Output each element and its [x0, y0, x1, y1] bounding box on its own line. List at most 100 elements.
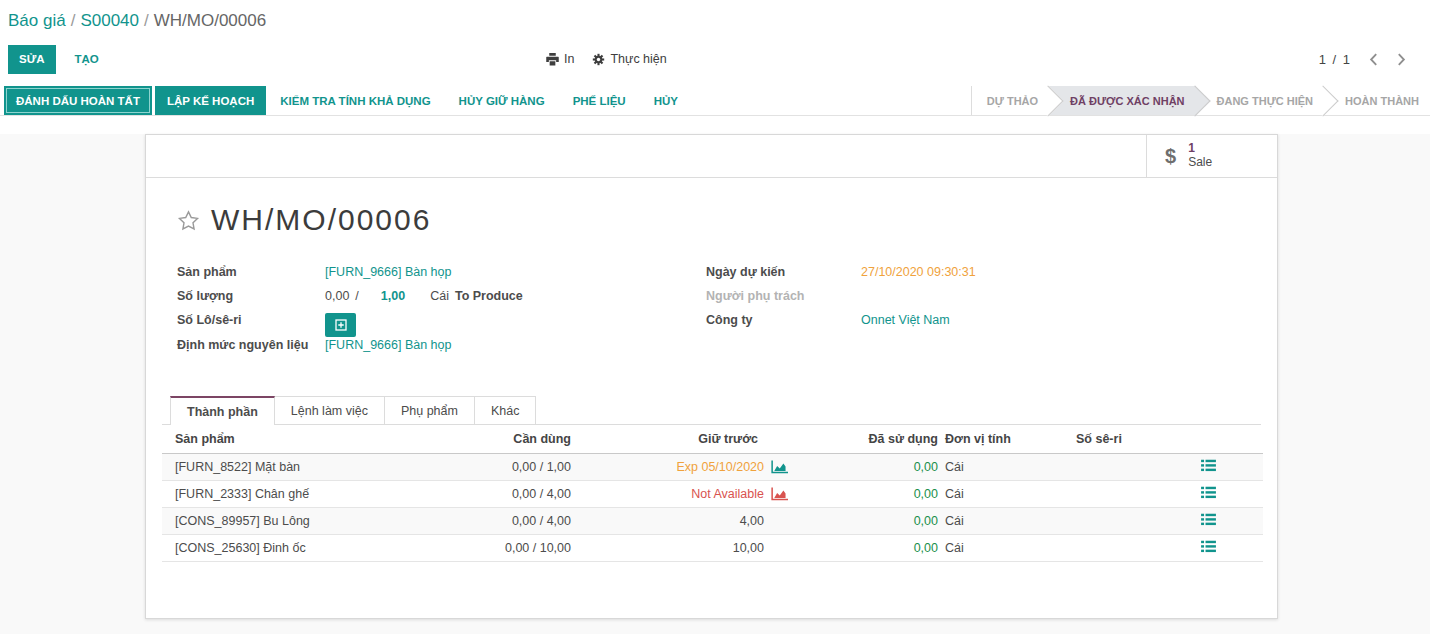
breadcrumb-separator: /: [66, 11, 81, 30]
cell-used: 0,00: [788, 535, 938, 562]
area-chart-icon[interactable]: [771, 460, 788, 474]
field-label: Ngày dự kiến: [706, 264, 861, 279]
pager-value: 1 / 1: [1319, 52, 1350, 67]
chevron-right-icon[interactable]: [1397, 53, 1406, 66]
sale-stat-button[interactable]: $ 1 Sale: [1146, 135, 1277, 177]
button-box: $ 1 Sale: [146, 135, 1277, 178]
cell-reserved: 4,00: [740, 514, 764, 528]
mark-done-button[interactable]: ĐÁNH DẤU HOÀN TẤT: [4, 86, 152, 115]
cell-uom: Cái: [938, 535, 1076, 562]
field-bom: Định mức nguyên liệu [FURN_9666] Bàn họp: [177, 337, 691, 361]
cell-serial: [1076, 535, 1153, 562]
form-sheet: $ 1 Sale WH/MO/00006 Sản phẩm [FURN_9666…: [145, 134, 1278, 619]
create-button[interactable]: TẠO: [64, 45, 110, 74]
pager: 1 / 1: [1319, 52, 1406, 67]
stat-label: Sale: [1188, 156, 1212, 170]
list-icon[interactable]: [1201, 513, 1216, 526]
content-area: $ 1 Sale WH/MO/00006 Sản phẩm [FURN_9666…: [0, 134, 1430, 634]
quantity-state: To Produce: [455, 289, 523, 303]
tab-components[interactable]: Thành phần: [170, 396, 275, 425]
star-icon[interactable]: [177, 209, 200, 232]
table-row[interactable]: [CONS_89957] Bu Lông 0,00 / 4,00 4,00 0,…: [162, 508, 1263, 535]
company-link[interactable]: Onnet Việt Nam: [861, 312, 950, 327]
table-row[interactable]: [CONS_25630] Đinh ốc 0,00 / 10,00 10,00 …: [162, 535, 1263, 562]
edit-button[interactable]: SỬA: [8, 45, 56, 74]
cell-product: [CONS_25630] Đinh ốc: [162, 535, 412, 562]
quantity-to-produce: 1,00: [381, 289, 405, 303]
control-bar: SỬA TẠO In Thực hiện 1 / 1: [0, 40, 1430, 78]
field-lot: Số Lô/sê-ri: [177, 312, 691, 337]
list-icon[interactable]: [1201, 486, 1216, 499]
field-company: Công ty Onnet Việt Nam: [706, 312, 1261, 336]
plan-button[interactable]: LẬP KẾ HOẠCH: [155, 86, 266, 115]
field-product: Sản phẩm [FURN_9666] Bàn họp: [177, 264, 691, 288]
status-step-draft[interactable]: DỰ THẢO: [971, 86, 1049, 115]
header-serial[interactable]: Số sê-ri: [1076, 425, 1153, 454]
field-label: Định mức nguyên liệu: [177, 337, 325, 352]
list-icon[interactable]: [1201, 540, 1216, 553]
cell-product: [FURN_8522] Mặt bàn: [162, 454, 412, 481]
list-icon[interactable]: [1201, 459, 1216, 472]
field-label: Người phụ trách: [706, 288, 861, 303]
breadcrumb-link-order[interactable]: S00040: [80, 11, 139, 30]
field-label: Số lượng: [177, 288, 325, 303]
sheet-body: WH/MO/00006 Sản phẩm [FURN_9666] Bàn họp…: [146, 203, 1277, 562]
field-responsible: Người phụ trách: [706, 288, 1261, 312]
product-link[interactable]: [FURN_9666] Bàn họp: [325, 264, 451, 279]
cell-serial: [1076, 508, 1153, 535]
header-buttons: [1153, 425, 1263, 454]
tab-byproducts[interactable]: Phụ phẩm: [384, 396, 475, 424]
quantity-done: 0,00: [325, 289, 349, 303]
print-menu[interactable]: In: [546, 52, 574, 66]
header-used[interactable]: Đã sử dụng: [788, 425, 938, 454]
table-header-row: Sản phẩm Cần dùng Giữ trước Đã sử dụng Đ…: [162, 425, 1263, 454]
field-label: Công ty: [706, 312, 861, 327]
tab-work-orders[interactable]: Lệnh làm việc: [274, 396, 385, 424]
status-step-progress[interactable]: ĐANG THỰC HIỆN: [1196, 86, 1325, 115]
header-reserved[interactable]: Giữ trước: [571, 425, 788, 454]
cell-uom: Cái: [938, 481, 1076, 508]
bom-link[interactable]: [FURN_9666] Bàn họp: [325, 337, 451, 352]
action-menu[interactable]: Thực hiện: [592, 52, 666, 66]
cell-needed: 0,00 / 1,00: [412, 454, 571, 481]
status-step-confirmed[interactable]: ĐÃ ĐƯỢC XÁC NHẬN: [1049, 86, 1195, 115]
status-row: ĐÁNH DẤU HOÀN TẤT LẬP KẾ HOẠCH KIỂM TRA …: [0, 86, 1430, 116]
unreserve-button[interactable]: HỦY GIỮ HÀNG: [445, 86, 559, 115]
breadcrumb-link-quotation[interactable]: Báo giá: [8, 11, 66, 30]
cell-used: 0,00: [788, 508, 938, 535]
cell-uom: Cái: [938, 454, 1076, 481]
gear-icon: [592, 53, 605, 66]
quantity-separator: /: [355, 289, 358, 303]
field-label: Sản phẩm: [177, 264, 325, 279]
cell-needed: 0,00 / 4,00: [412, 481, 571, 508]
add-lot-button[interactable]: [325, 313, 356, 337]
cell-uom: Cái: [938, 508, 1076, 535]
plus-square-icon: [335, 319, 347, 331]
scrap-button[interactable]: PHẾ LIỆU: [559, 86, 640, 115]
field-quantity: Số lượng 0,00 / 1,00 Cái To Produce: [177, 288, 691, 312]
cancel-button[interactable]: HỦY: [640, 86, 692, 115]
components-table: Sản phẩm Cần dùng Giữ trước Đã sử dụng Đ…: [162, 425, 1263, 562]
field-label: Số Lô/sê-ri: [177, 312, 325, 327]
table-row[interactable]: [FURN_2333] Chân ghế 0,00 / 4,00 Not Ava…: [162, 481, 1263, 508]
cell-serial: [1076, 454, 1153, 481]
notebook-tabs: Thành phần Lệnh làm việc Phụ phẩm Khác: [162, 396, 1261, 425]
table-row[interactable]: [FURN_8522] Mặt bàn 0,00 / 1,00 Exp 05/1…: [162, 454, 1263, 481]
tab-misc[interactable]: Khác: [474, 396, 537, 424]
cell-used: 0,00: [788, 454, 938, 481]
cell-needed: 0,00 / 4,00: [412, 508, 571, 535]
header-product[interactable]: Sản phẩm: [162, 425, 412, 454]
quantity-uom: Cái: [430, 289, 449, 303]
dollar-icon: $: [1165, 145, 1176, 168]
printer-icon: [546, 53, 559, 66]
check-availability-button[interactable]: KIỂM TRA TÍNH KHẢ DỤNG: [266, 86, 444, 115]
status-step-done[interactable]: HOÀN THÀNH: [1324, 86, 1430, 115]
header-needed[interactable]: Cần dùng: [412, 425, 571, 454]
page-title: WH/MO/00006: [211, 203, 431, 237]
header-uom[interactable]: Đơn vị tính: [938, 425, 1076, 454]
area-chart-icon[interactable]: [771, 487, 788, 501]
chevron-left-icon[interactable]: [1369, 53, 1378, 66]
breadcrumb-current: WH/MO/00006: [154, 11, 266, 30]
scheduled-date: 27/10/2020 09:30:31: [861, 264, 976, 279]
cell-reserved: 10,00: [733, 541, 764, 555]
